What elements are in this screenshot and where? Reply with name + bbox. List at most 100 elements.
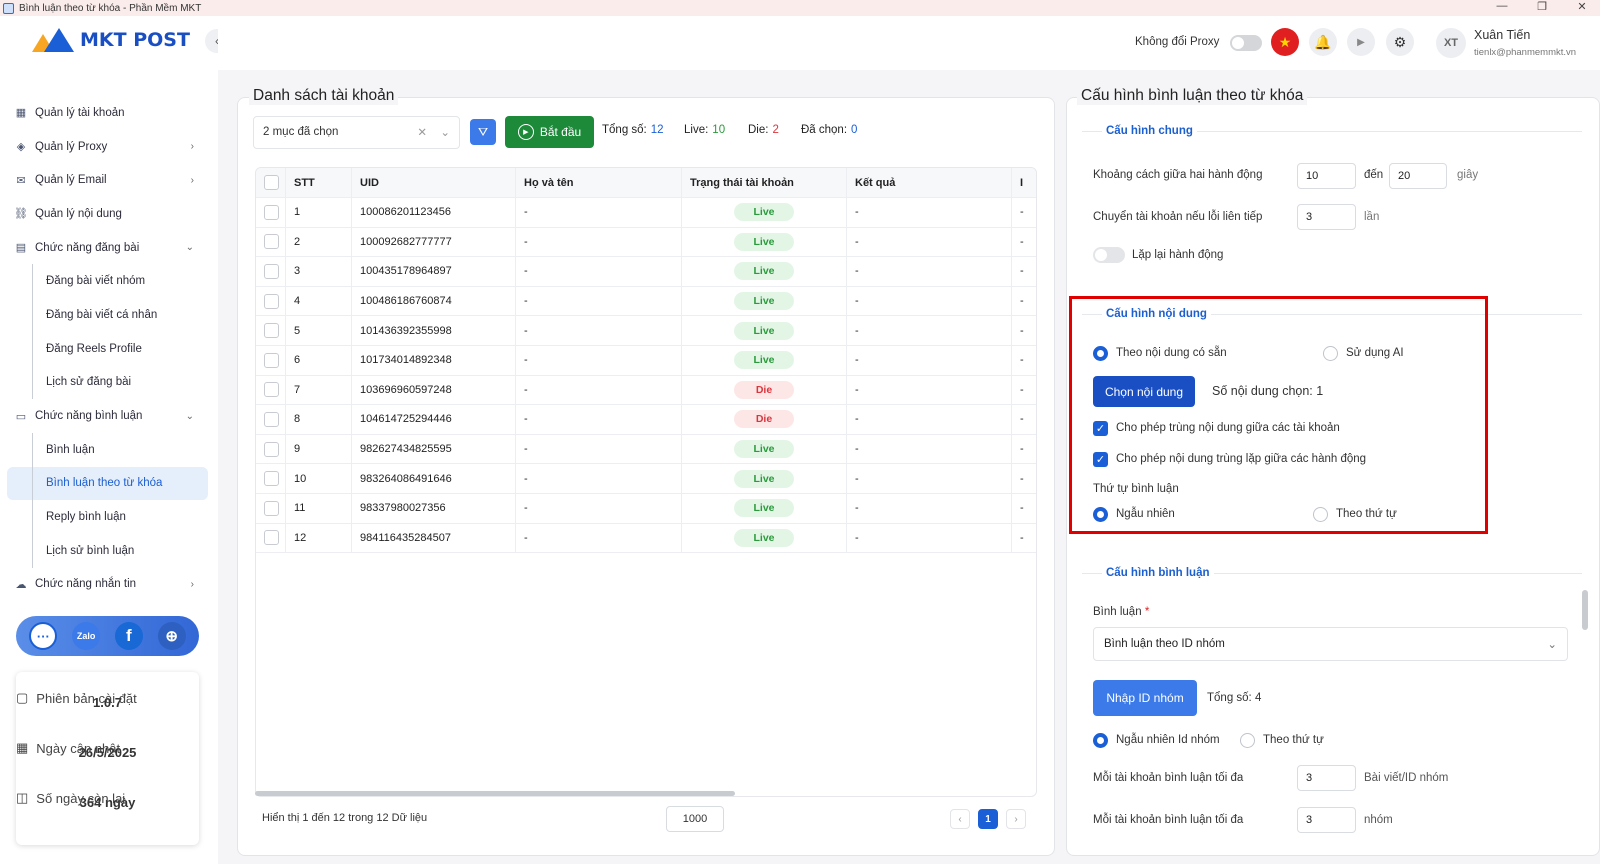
column-header[interactable]: Trạng thái tài khoản	[682, 168, 847, 197]
stt-cell: 3	[286, 257, 352, 286]
sidebar-item-5[interactable]: Đăng bài viết nhóm	[0, 264, 218, 298]
maximize-button[interactable]: ❐	[1532, 0, 1552, 13]
table-row[interactable]: 7 103696960597248- Die - -	[256, 375, 1036, 406]
sidebar-item-12[interactable]: Reply bình luận	[0, 500, 218, 534]
row-checkbox[interactable]	[264, 471, 279, 487]
proxy-toggle[interactable]	[1230, 35, 1262, 51]
max-per-post-unit: Bài viết/ID nhóm	[1364, 772, 1449, 784]
sidebar-item-3[interactable]: ⛓ Quản lý nội dung	[0, 197, 218, 231]
account-select[interactable]: 2 mục đã chọn ✕ ⌄	[253, 116, 460, 149]
status-cell: Die	[682, 405, 847, 434]
prev-page-button[interactable]: ‹	[950, 809, 970, 829]
sidebar-item-0[interactable]: ▦ Quản lý tài khoản	[0, 96, 218, 130]
sidebar-item-1[interactable]: ◈ Quản lý Proxy ›	[0, 130, 218, 164]
window-title: Bình luận theo từ khóa - Phần Mềm MKT	[19, 2, 202, 14]
minimize-button[interactable]: —	[1492, 0, 1512, 13]
sidebar-item-9[interactable]: ▭ Chức năng bình luận ⌄	[0, 399, 218, 433]
page-size-input[interactable]: 1000	[666, 806, 724, 832]
table-row[interactable]: 3 100435178964897- Live - -	[256, 257, 1036, 287]
extra-cell: -	[1020, 383, 1024, 396]
selected-stat: Đã chọn: 0	[801, 124, 858, 136]
avatar[interactable]: XT	[1436, 28, 1466, 58]
repeat-action-toggle[interactable]	[1093, 247, 1125, 263]
sidebar-item-10[interactable]: Bình luận	[0, 432, 218, 467]
radio-group-sequential[interactable]	[1240, 733, 1255, 748]
sidebar-item-2[interactable]: ✉ Quản lý Email ›	[0, 163, 218, 197]
column-header[interactable]: I	[1012, 168, 1036, 197]
table-row[interactable]: 9 982627434825595- Live - -	[256, 434, 1036, 465]
vietnam-flag-icon[interactable]: ★	[1271, 28, 1299, 56]
name-cell: -	[516, 198, 682, 227]
table-row[interactable]: 8 104614725294446- Die - -	[256, 405, 1036, 435]
next-page-button[interactable]: ›	[1006, 809, 1026, 829]
max-per-post-input[interactable]: 3	[1297, 765, 1356, 791]
table-row[interactable]: 10 983264086491646- Live - -	[256, 464, 1036, 494]
table-row[interactable]: 5 101436392355998- Live - -	[256, 316, 1036, 346]
sidebar-item-6[interactable]: Đăng bài viết cá nhân	[0, 298, 218, 332]
column-header[interactable]: UID	[352, 168, 516, 197]
sidebar-item-8[interactable]: Lịch sử đăng bài	[0, 365, 218, 400]
row-checkbox[interactable]	[264, 234, 279, 250]
sidebar-item-7[interactable]: Đăng Reels Profile	[0, 331, 218, 366]
radio-random-group-id[interactable]	[1093, 733, 1108, 748]
row-checkbox[interactable]	[264, 293, 279, 309]
globe-icon[interactable]: ⊕	[157, 622, 186, 650]
row-checkbox[interactable]	[264, 382, 279, 398]
table-row[interactable]: 12 984116435284507- Live - -	[256, 523, 1036, 554]
logo[interactable]: MKT POST	[32, 28, 190, 52]
general-section-title: Cấu hình chung	[1102, 125, 1197, 137]
row-checkbox[interactable]	[264, 204, 279, 220]
stt-cell: 5	[286, 316, 352, 345]
sidebar-item-label: Đăng bài viết cá nhân	[46, 308, 158, 321]
status-badge: Live	[734, 440, 794, 459]
row-checkbox[interactable]	[264, 500, 279, 516]
row-checkbox[interactable]	[264, 323, 279, 339]
page-1-button[interactable]: 1	[978, 809, 998, 829]
row-checkbox[interactable]	[264, 441, 279, 457]
table-row[interactable]: 4 100486186760874- Live - -	[256, 286, 1036, 317]
sidebar-item-label: Bình luận	[46, 443, 95, 456]
close-button[interactable]: ✕	[1572, 0, 1592, 13]
interval-from-input[interactable]: 10	[1297, 163, 1356, 189]
comment-type-value: Bình luận theo ID nhóm	[1104, 638, 1225, 650]
gear-icon[interactable]: ⚙	[1386, 28, 1414, 56]
result-cell: -	[847, 316, 1012, 345]
row-checkbox[interactable]	[264, 263, 279, 279]
row-checkbox[interactable]	[264, 530, 279, 546]
sidebar-item-14[interactable]: ☁ Chức năng nhắn tin ›	[0, 568, 218, 602]
start-button[interactable]: ▶ Bắt đầu	[505, 116, 594, 148]
bell-icon[interactable]: 🔔	[1309, 28, 1337, 56]
table-row[interactable]: 1 100086201123456- Live - -	[256, 198, 1036, 228]
calendar-icon: ▦	[16, 740, 29, 755]
input-group-id-button[interactable]: Nhập ID nhóm	[1093, 680, 1197, 716]
column-header[interactable]: STT	[286, 168, 352, 197]
max-per-group-unit: nhóm	[1364, 814, 1393, 826]
max-per-group-input[interactable]: 3	[1297, 807, 1356, 833]
row-checkbox[interactable]	[264, 411, 279, 427]
start-label: Bắt đầu	[539, 125, 582, 139]
column-header[interactable]: Họ và tên	[516, 168, 682, 197]
sidebar-item-4[interactable]: ▤ Chức năng đăng bài ⌄	[0, 231, 218, 265]
chevron-down-icon[interactable]: ⌄	[440, 125, 450, 139]
clear-icon[interactable]: ✕	[417, 125, 427, 139]
column-header[interactable]: Kết quả	[847, 168, 1012, 197]
sidebar-item-11[interactable]: Bình luận theo từ khóa	[7, 466, 208, 501]
table-row[interactable]: 6 101734014892348- Live - -	[256, 346, 1036, 376]
table-horizontal-scrollbar[interactable]	[255, 791, 735, 796]
name-cell: -	[516, 257, 682, 286]
row-checkbox[interactable]	[264, 352, 279, 368]
select-all-checkbox[interactable]	[264, 175, 279, 190]
table-row[interactable]: 2 100092682777777- Live - -	[256, 227, 1036, 258]
table-row[interactable]: 11 98337980027356- Live - -	[256, 494, 1036, 524]
switch-account-input[interactable]: 3	[1297, 204, 1356, 230]
interval-to-input[interactable]: 20	[1389, 163, 1447, 189]
filter-button[interactable]: ⛛	[470, 119, 496, 145]
play-video-icon[interactable]: ▶	[1347, 28, 1375, 56]
support-icon[interactable]: ···	[29, 622, 58, 650]
sidebar-item-13[interactable]: Lịch sử bình luận	[0, 533, 218, 568]
facebook-icon[interactable]: f	[114, 622, 143, 650]
config-vertical-scrollbar[interactable]	[1582, 590, 1588, 630]
zalo-icon[interactable]: Zalo	[72, 622, 101, 650]
comment-type-select[interactable]: Bình luận theo ID nhóm ⌄	[1093, 627, 1568, 661]
status-badge: Live	[734, 469, 794, 488]
